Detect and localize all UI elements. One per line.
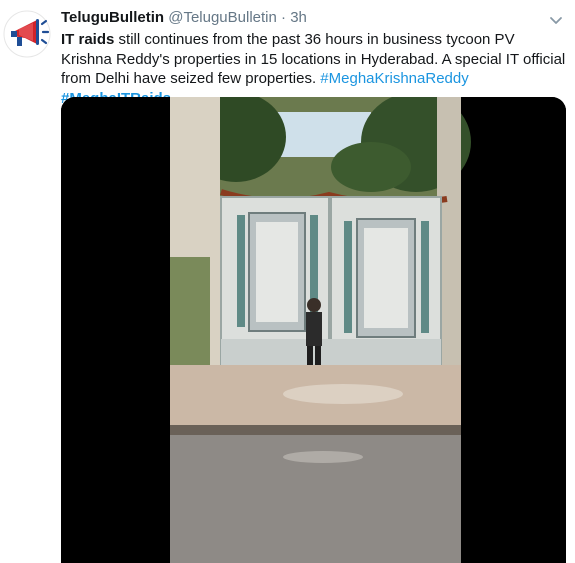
- chevron-down-icon: [550, 17, 562, 24]
- timestamp[interactable]: 3h: [290, 9, 307, 26]
- tweet-card[interactable]: TeluguBulletin @TeluguBulletin · 3h IT r…: [0, 0, 575, 563]
- tweet-text-bold-lead: IT raids: [61, 31, 115, 48]
- tweet-menu-button[interactable]: [549, 13, 563, 27]
- megaphone-icon: [3, 10, 51, 58]
- user-handle[interactable]: @TeluguBulletin: [168, 9, 277, 26]
- separator-dot: ·: [281, 9, 287, 26]
- tweet-header: TeluguBulletin @TeluguBulletin · 3h: [61, 9, 307, 26]
- video-frame: [61, 97, 566, 563]
- avatar[interactable]: [3, 10, 51, 58]
- video-player[interactable]: [61, 97, 566, 563]
- hashtag-link[interactable]: #MeghaKrishnaReddy: [320, 70, 468, 87]
- display-name[interactable]: TeluguBulletin: [61, 9, 164, 26]
- tweet-text-body: still continues from the past 36 hours i…: [61, 31, 566, 87]
